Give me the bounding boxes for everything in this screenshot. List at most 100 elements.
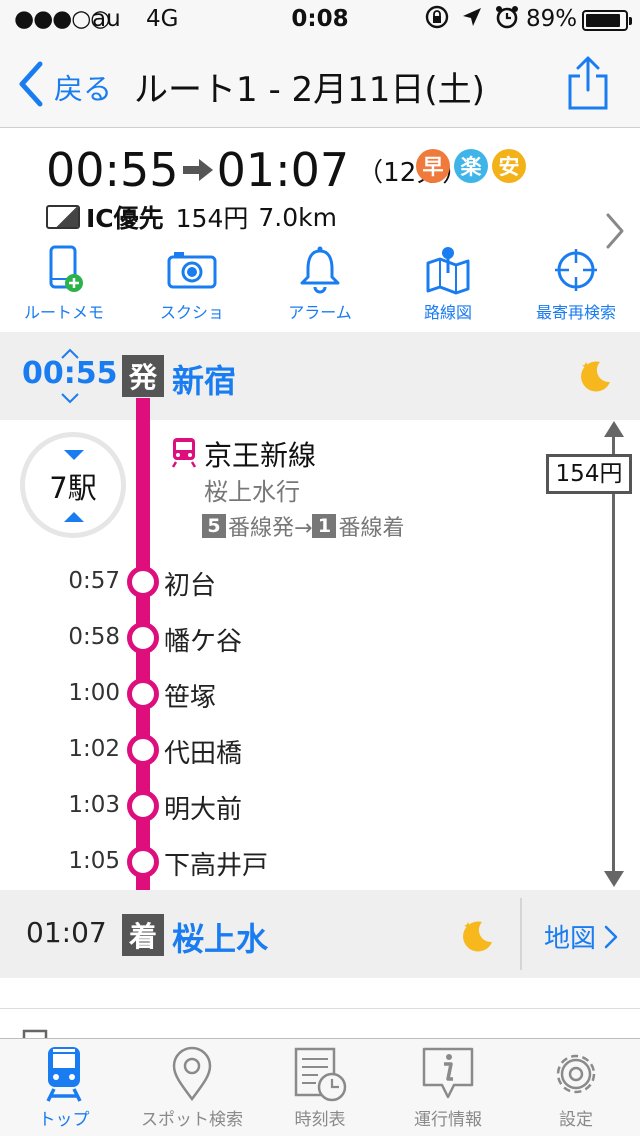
stop-name[interactable]: 笹塚	[164, 677, 216, 714]
stop-circle	[127, 734, 159, 766]
gear-icon	[556, 1054, 596, 1094]
alarm-clock-icon	[496, 6, 518, 29]
action-label: ルートメモ	[23, 303, 104, 322]
stations-toggle[interactable]: 7駅	[20, 432, 126, 538]
arrive-time: 01:07	[216, 143, 350, 197]
arrow-up-icon	[604, 421, 624, 437]
action-label: スクショ	[159, 303, 224, 322]
platform-from-number: 5	[202, 514, 226, 538]
stop-name[interactable]: 代田橋	[164, 733, 242, 770]
moon-icon	[463, 921, 492, 952]
segment-fare: 154円	[546, 454, 632, 494]
tab-bar: トップ スポット検索 時刻表 運行情報 設定	[0, 1038, 640, 1136]
action-label: アラーム	[288, 303, 352, 322]
distance: 7.0km	[258, 202, 337, 232]
tab-label: 時刻表	[294, 1110, 346, 1130]
stop-name[interactable]: 明大前	[164, 789, 242, 826]
map-label: 地図	[544, 924, 597, 954]
action-label: 最寄再検索	[535, 303, 616, 322]
crosshair-icon	[555, 249, 597, 291]
stop-time: 1:03	[68, 792, 120, 818]
time-down-icon[interactable]	[60, 392, 80, 404]
stop-time: 1:00	[68, 680, 120, 706]
ic-priority-label: IC優先	[86, 204, 164, 233]
alarm-button[interactable]: アラーム	[256, 245, 384, 329]
platform-to-number: 1	[312, 514, 337, 538]
stop-circle	[127, 790, 159, 822]
line-name: 京王新線	[204, 439, 317, 472]
document-icon	[22, 1029, 48, 1038]
location-arrow-icon	[463, 8, 481, 26]
stop-name[interactable]: 幡ケ谷	[164, 621, 242, 658]
tab-service-info[interactable]: 運行情報	[384, 1039, 512, 1136]
status-bar: ●●●○○ au 4G 0:08 89%	[0, 0, 640, 40]
platform-from-text: 番線発→	[228, 516, 313, 541]
platform-info: 5 番線発→ 1 番線着	[202, 510, 404, 542]
arrival-row: 01:07 着 桜上水 地図	[0, 890, 640, 978]
phone-add-icon	[49, 245, 83, 292]
tab-settings[interactable]: 設定	[512, 1039, 640, 1136]
platform-to-text: 番線着	[338, 516, 405, 541]
map-button[interactable]: 地図	[544, 918, 618, 955]
stop-name[interactable]: 下高井戸	[164, 845, 268, 882]
timetable-icon	[294, 1047, 347, 1102]
share-icon[interactable]	[566, 54, 610, 112]
action-label: 路線図	[423, 303, 472, 322]
action-bar: ルートメモ スクショ アラーム 路線図 最寄再検索	[0, 245, 640, 329]
status-icons	[424, 4, 520, 30]
train-icon	[171, 438, 197, 468]
badge-cheap: 安	[492, 149, 526, 183]
battery-icon	[582, 10, 632, 31]
route-memo-button[interactable]: ルートメモ	[0, 245, 128, 329]
bell-icon	[300, 246, 340, 294]
navigation-bar: 戻る ルート1 - 2月11日(土)	[0, 40, 640, 128]
screenshot-button[interactable]: スクショ	[128, 245, 256, 329]
triangle-down-icon	[64, 450, 84, 460]
train-icon	[46, 1047, 82, 1102]
tab-timetable[interactable]: 時刻表	[256, 1039, 384, 1136]
tab-top[interactable]: トップ	[0, 1039, 128, 1136]
stop-time: 0:58	[68, 624, 120, 650]
tab-label: トップ	[38, 1110, 90, 1130]
nearby-research-button[interactable]: 最寄再検索	[512, 245, 640, 329]
stop-time: 1:05	[68, 848, 120, 874]
arrival-time: 01:07	[26, 916, 107, 949]
page-title: ルート1 - 2月11日(土)	[134, 70, 485, 110]
battery-level	[586, 14, 620, 27]
arrival-marker: 着	[122, 914, 164, 956]
tab-label: 設定	[559, 1110, 593, 1130]
arrow-right-icon	[182, 159, 213, 181]
route-badges: 早 楽 安	[416, 149, 526, 183]
stop-circle	[127, 622, 159, 654]
tab-label: 運行情報	[414, 1110, 482, 1130]
stop-circle	[127, 846, 159, 878]
departure-time[interactable]: 00:55	[22, 356, 118, 391]
time-range: 00:55 01:07 （12分）	[46, 143, 468, 197]
badge-fast: 早	[416, 149, 450, 183]
badge-easy: 楽	[454, 149, 488, 183]
back-button[interactable]: 戻る	[54, 66, 112, 108]
stop-name[interactable]: 初台	[164, 565, 216, 602]
fare-amount: 154円	[175, 204, 249, 233]
notice-row[interactable]	[0, 1008, 640, 1038]
map-pin-icon	[426, 247, 470, 295]
route-summary[interactable]: 00:55 01:07 （12分） 早 楽 安 IC優先 154円 7.0km …	[0, 129, 640, 332]
arrow-down-icon	[604, 871, 624, 887]
tab-spot-search[interactable]: スポット検索	[128, 1039, 256, 1136]
stations-count: 7駅	[49, 471, 97, 505]
back-chevron-icon[interactable]	[14, 60, 46, 108]
rotation-lock-icon	[425, 5, 449, 29]
info-icon	[422, 1047, 474, 1099]
departure-station[interactable]: 新宿	[172, 356, 236, 402]
location-pin-icon	[172, 1046, 212, 1102]
departure-row: 00:55 発 新宿	[0, 332, 640, 420]
depart-time: 00:55	[46, 143, 179, 197]
route-map-button[interactable]: 路線図	[384, 245, 512, 329]
stop-time: 1:02	[68, 736, 120, 762]
stop-time: 0:57	[68, 568, 120, 594]
ic-card-icon	[46, 205, 80, 229]
arrival-station[interactable]: 桜上水	[172, 914, 268, 960]
tab-label: スポット検索	[141, 1110, 243, 1130]
departure-marker: 発	[122, 355, 164, 397]
line-destination: 桜上水行	[204, 478, 300, 506]
